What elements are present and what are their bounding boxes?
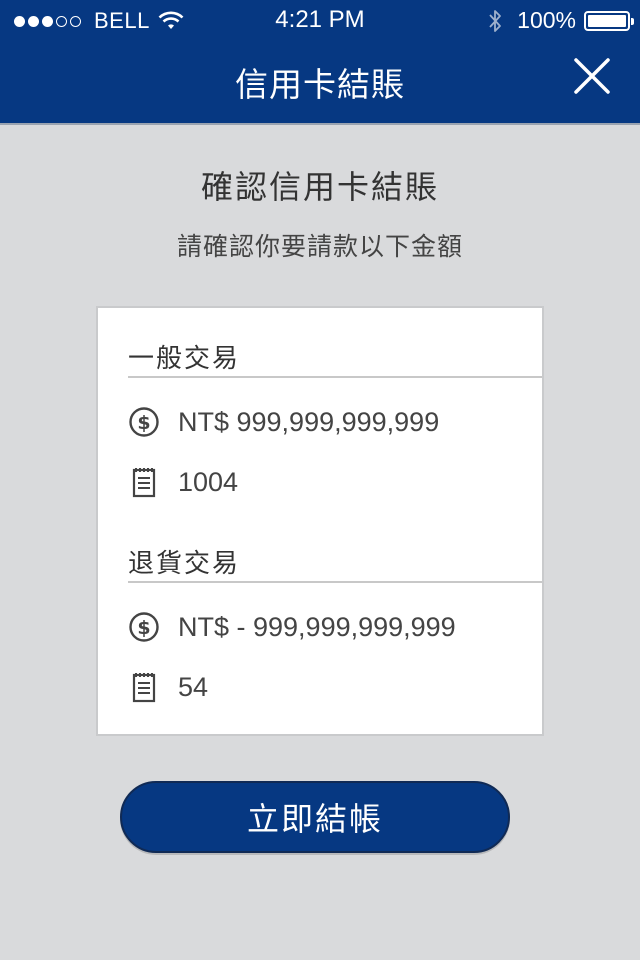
refund-count-row: 54 [128, 671, 208, 703]
dollar-circle-icon: $ [128, 611, 160, 643]
sales-amount: NT$ 999,999,999,999 [178, 406, 440, 437]
top-bar: BELL 4:21 PM 100% 信用卡結賬 [0, 0, 640, 125]
page-title: 信用卡結賬 [235, 65, 405, 104]
divider [128, 376, 542, 378]
refund-amount: NT$ - 999,999,999,999 [178, 611, 456, 642]
section-title-refund: 退貨交易 [128, 549, 241, 579]
checkout-now-button[interactable]: 立即結帳 [120, 781, 510, 853]
status-right: 100% [487, 7, 634, 34]
sales-count-row: 1004 [128, 466, 238, 498]
refund-amount-row: $ NT$ - 999,999,999,999 [128, 611, 456, 643]
svg-text:$: $ [137, 617, 150, 639]
battery-percentage: 100% [517, 7, 576, 33]
summary-card: 一般交易 $ NT$ 999,999,999,999 1004 退貨交易 $ N… [96, 306, 544, 736]
status-bar: BELL 4:21 PM 100% [0, 0, 640, 40]
battery-icon [584, 10, 634, 31]
dollar-circle-icon: $ [128, 406, 160, 438]
bluetooth-icon [489, 9, 502, 32]
refund-count: 54 [178, 671, 209, 702]
sales-count: 1004 [178, 466, 239, 497]
close-icon[interactable] [572, 56, 612, 96]
section-title-sales: 一般交易 [128, 344, 241, 374]
receipt-list-icon [128, 671, 160, 703]
svg-text:$: $ [137, 412, 150, 434]
receipt-list-icon [128, 466, 160, 498]
confirm-heading: 確認信用卡結賬 [200, 168, 439, 206]
sales-amount-row: $ NT$ 999,999,999,999 [128, 406, 439, 438]
confirm-subheading: 請確認你要請款以下金額 [176, 232, 463, 261]
divider [128, 581, 542, 583]
